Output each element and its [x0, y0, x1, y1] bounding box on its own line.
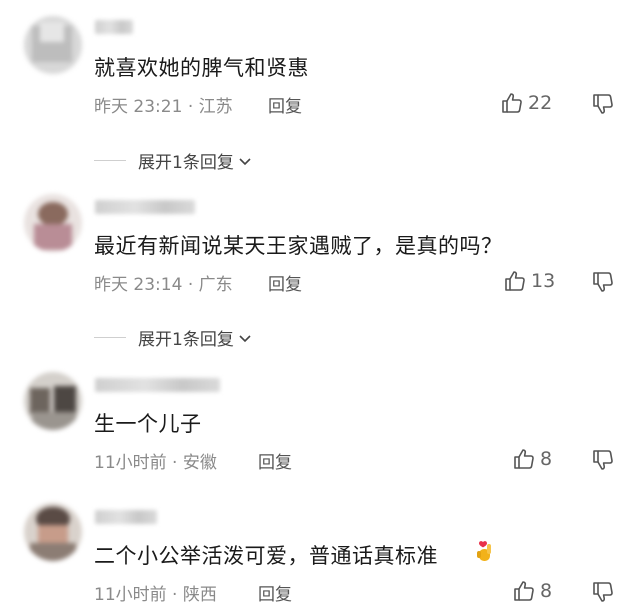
comment-text-content: 二个小公举活泼可爱，普通话真标准 — [94, 544, 438, 568]
dislike-button[interactable] — [591, 270, 615, 298]
thumbs-down-icon — [593, 272, 613, 292]
comment-location: 安徽 — [182, 453, 217, 473]
like-count: 13 — [531, 270, 556, 292]
comment-meta: 昨天 23:21 · 江苏 — [94, 92, 233, 117]
meta-separator: · — [172, 453, 178, 473]
username-blurred[interactable] — [95, 510, 157, 524]
meta-separator: · — [172, 585, 178, 605]
like-button[interactable]: 13 — [503, 269, 555, 293]
comment-location: 江苏 — [198, 97, 233, 117]
username-blurred[interactable] — [95, 200, 195, 214]
chevron-down-icon — [239, 334, 251, 342]
thumbs-down-icon — [593, 450, 613, 470]
meta-separator: · — [187, 275, 194, 295]
like-count: 8 — [540, 580, 553, 602]
expand-replies[interactable]: 展开1条回复 — [94, 325, 253, 350]
thumbs-down-icon — [593, 94, 613, 114]
dislike-button[interactable] — [591, 448, 615, 476]
like-button[interactable]: 8 — [512, 447, 552, 471]
like-count: 8 — [540, 448, 553, 470]
thumbs-up-icon — [502, 93, 522, 113]
comment-text: 最近有新闻说某天王家遇贼了，是真的吗？ — [94, 234, 503, 258]
reply-button[interactable]: 回复 — [258, 448, 292, 473]
thumbs-down-icon — [593, 582, 613, 602]
finger-heart-emoji-icon — [477, 541, 491, 561]
comment-time: 11小时前 — [94, 585, 167, 605]
comment-location: 陕西 — [182, 585, 217, 605]
reply-button[interactable]: 回复 — [268, 92, 302, 117]
thumbs-up-icon — [514, 581, 534, 601]
username-blurred[interactable] — [95, 20, 133, 34]
expand-replies[interactable]: 展开1条回复 — [94, 148, 253, 173]
comment-text: 生一个儿子 — [94, 412, 202, 436]
chevron-down-icon — [239, 157, 251, 165]
meta-separator: · — [187, 97, 194, 117]
thumbs-up-icon — [514, 449, 534, 469]
comment-time: 昨天 23:14 — [94, 275, 183, 295]
dislike-button[interactable] — [591, 580, 615, 608]
reply-button[interactable]: 回复 — [268, 270, 302, 295]
expand-replies-label: 展开1条回复 — [138, 153, 234, 173]
reply-button[interactable]: 回复 — [258, 580, 292, 605]
thumbs-up-icon — [505, 271, 525, 291]
username-blurred[interactable] — [95, 378, 220, 392]
comment-time: 昨天 23:21 — [94, 97, 183, 117]
like-button[interactable]: 22 — [500, 91, 552, 115]
avatar[interactable] — [24, 503, 82, 561]
dislike-button[interactable] — [591, 92, 615, 120]
comment-location: 广东 — [198, 275, 233, 295]
like-button[interactable]: 8 — [512, 579, 552, 603]
avatar[interactable] — [24, 16, 82, 74]
expand-divider — [94, 160, 126, 161]
comment-time: 11小时前 — [94, 453, 167, 473]
avatar[interactable] — [24, 194, 82, 252]
comment-meta: 11小时前 · 安徽 — [94, 448, 217, 473]
comment-meta: 11小时前 · 陕西 — [94, 580, 217, 605]
like-count: 22 — [528, 92, 553, 114]
expand-divider — [94, 337, 126, 338]
comment-text: 二个小公举活泼可爱，普通话真标准 — [94, 540, 438, 570]
expand-replies-label: 展开1条回复 — [138, 330, 234, 350]
avatar[interactable] — [24, 372, 82, 430]
comment-text: 就喜欢她的脾气和贤惠 — [94, 56, 309, 80]
comment-meta: 昨天 23:14 · 广东 — [94, 270, 233, 295]
